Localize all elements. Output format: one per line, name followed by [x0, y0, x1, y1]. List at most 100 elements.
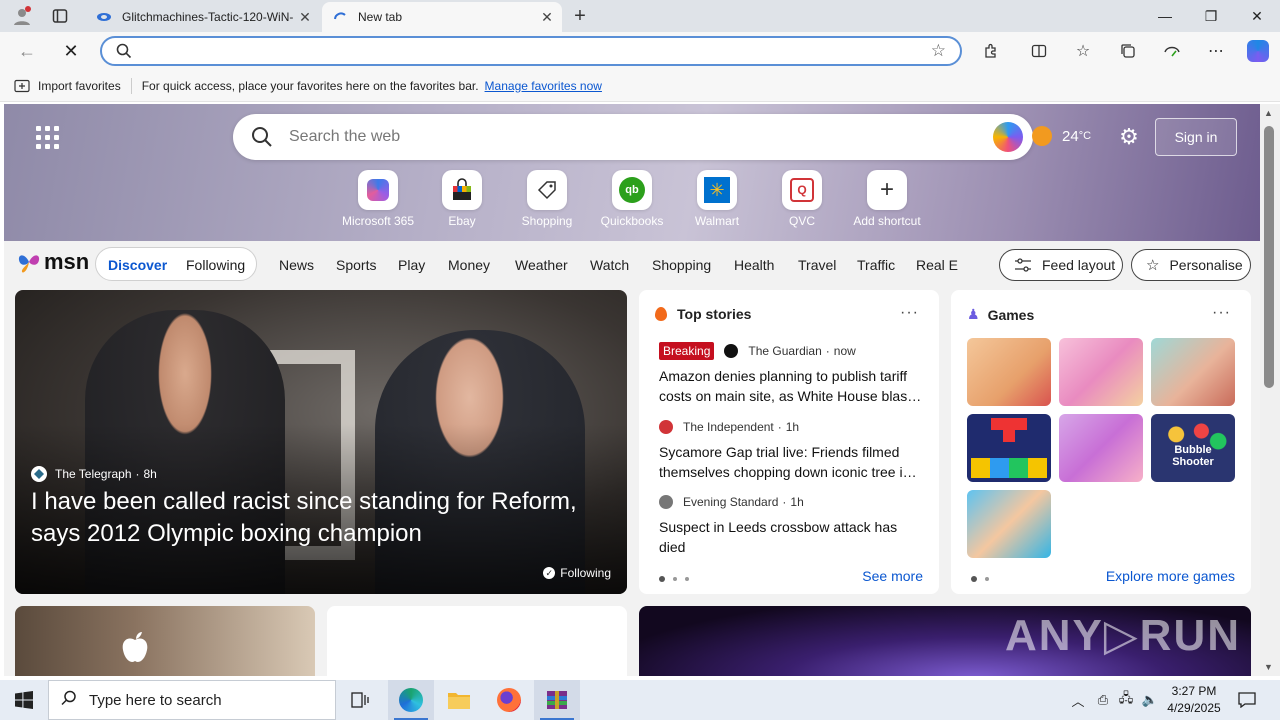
- scrollbar-thumb[interactable]: [1264, 126, 1274, 388]
- tray-device-icon[interactable]: ⎙: [1093, 680, 1113, 720]
- back-button[interactable]: ←: [12, 37, 42, 65]
- story-item[interactable]: The Independent · 1h Sycamore Gap trial …: [659, 418, 927, 482]
- weather-widget[interactable]: 24 °C: [1032, 126, 1091, 146]
- tab-close-button[interactable]: ✕: [294, 6, 316, 28]
- taskbar-edge[interactable]: [388, 680, 434, 720]
- msn-logo[interactable]: msn: [16, 249, 89, 275]
- feed-switcher: Discover Following: [95, 247, 257, 281]
- nav-weather[interactable]: Weather: [515, 257, 568, 273]
- tray-volume-icon[interactable]: 🔈: [1140, 680, 1160, 720]
- carousel-pager[interactable]: [659, 576, 697, 582]
- page-scrollbar[interactable]: ▲ ▼: [1260, 104, 1280, 676]
- page-settings-button[interactable]: ⚙: [1116, 124, 1142, 150]
- back-icon: ←: [18, 40, 36, 61]
- game-tile[interactable]: [1151, 338, 1235, 406]
- following-indicator[interactable]: ✓ Following: [543, 566, 611, 580]
- manage-favorites-link[interactable]: Manage favorites now: [485, 79, 602, 93]
- tab-actions-icon[interactable]: [46, 4, 74, 28]
- story-item[interactable]: Breaking The Guardian · now Amazon denie…: [659, 342, 927, 406]
- performance-button[interactable]: [1157, 37, 1187, 65]
- qvc-icon: Q: [790, 178, 814, 202]
- minimize-button[interactable]: —: [1142, 0, 1188, 32]
- stop-loading-button[interactable]: ✕: [56, 37, 86, 65]
- tray-network-icon[interactable]: 🖧: [1116, 680, 1136, 720]
- personalise-button[interactable]: ☆ Personalise: [1131, 249, 1251, 281]
- scroll-down-arrow-icon[interactable]: ▼: [1264, 662, 1273, 672]
- copilot-button[interactable]: [1243, 37, 1273, 65]
- taskbar-file-explorer[interactable]: [436, 680, 482, 720]
- game-tile[interactable]: [967, 490, 1051, 558]
- new-tab-button[interactable]: +: [566, 4, 594, 28]
- more-button[interactable]: ⋯: [1201, 37, 1231, 65]
- story-item[interactable]: Evening Standard · 1h Suspect in Leeds c…: [659, 493, 927, 557]
- game-tile[interactable]: [967, 338, 1051, 406]
- story-title: Suspect in Leeds crossbow attack has die…: [659, 519, 898, 555]
- address-input[interactable]: [142, 42, 922, 60]
- task-view-button[interactable]: [337, 680, 383, 720]
- web-search-box[interactable]: Search the web: [233, 114, 1033, 160]
- import-favorites-button[interactable]: Import favorites: [14, 79, 121, 93]
- lead-story-card[interactable]: The Telegraph · 8h I have been called ra…: [15, 290, 627, 594]
- tab-discover[interactable]: Discover: [108, 257, 167, 273]
- see-more-link[interactable]: See more: [862, 568, 923, 584]
- game-tile[interactable]: [1059, 338, 1143, 406]
- story-card-apple[interactable]: [15, 606, 315, 676]
- nav-health[interactable]: Health: [734, 257, 774, 273]
- add-shortcut-button[interactable]: + Add shortcut: [845, 170, 929, 232]
- tab-new-tab[interactable]: New tab ✕: [322, 2, 562, 32]
- favorites-button[interactable]: ☆: [1068, 37, 1098, 65]
- more-options-button[interactable]: ···: [1212, 304, 1231, 322]
- nav-traffic[interactable]: Traffic: [857, 257, 895, 273]
- lead-headline[interactable]: I have been called racist since standing…: [31, 486, 611, 550]
- game-tile[interactable]: [1059, 414, 1143, 482]
- feed-layout-button[interactable]: Feed layout: [999, 249, 1123, 281]
- more-options-button[interactable]: ···: [900, 304, 919, 322]
- shortcut-shopping[interactable]: Shopping: [505, 170, 589, 232]
- taskbar-winrar[interactable]: [534, 680, 580, 720]
- favorite-star-icon[interactable]: ☆: [931, 41, 946, 61]
- separator-dot: ·: [825, 344, 830, 358]
- notification-center-button[interactable]: [1234, 688, 1260, 712]
- shortcut-ebay[interactable]: Ebay: [420, 170, 504, 232]
- shortcut-microsoft-365[interactable]: Microsoft 365: [336, 170, 420, 232]
- collections-button[interactable]: [1113, 37, 1143, 65]
- game-tile-bubble-shooter[interactable]: Bubble Shooter: [1151, 414, 1235, 482]
- nav-money[interactable]: Money: [448, 257, 490, 273]
- nav-watch[interactable]: Watch: [590, 257, 629, 273]
- start-button[interactable]: [0, 680, 48, 720]
- taskbar-search-box[interactable]: Type here to search: [48, 680, 336, 720]
- tab-glitchmachines[interactable]: Glitchmachines-Tactic-120-WiN- ✕: [86, 2, 320, 32]
- nav-shopping[interactable]: Shopping: [652, 257, 711, 273]
- nav-play[interactable]: Play: [398, 257, 425, 273]
- nav-real-estate[interactable]: Real E: [916, 257, 958, 273]
- profile-icon[interactable]: [8, 4, 36, 28]
- shortcut-qvc[interactable]: Q QVC: [760, 170, 844, 232]
- carousel-pager[interactable]: [971, 576, 997, 582]
- scroll-up-arrow-icon[interactable]: ▲: [1264, 108, 1273, 118]
- nav-news[interactable]: News: [279, 257, 314, 273]
- taskbar-firefox[interactable]: [486, 680, 532, 720]
- extensions-button[interactable]: [976, 37, 1006, 65]
- sign-in-button[interactable]: Sign in: [1155, 118, 1237, 156]
- game-tile[interactable]: [967, 414, 1051, 482]
- show-hidden-icons-button[interactable]: ︿: [1068, 680, 1088, 720]
- nav-sports[interactable]: Sports: [336, 257, 376, 273]
- tab-close-button[interactable]: ✕: [536, 6, 558, 28]
- app-launcher-button[interactable]: [36, 126, 60, 150]
- nav-travel[interactable]: Travel: [798, 257, 836, 273]
- shortcut-label: Shopping: [521, 214, 573, 228]
- shortcut-walmart[interactable]: ✳ Walmart: [675, 170, 759, 232]
- system-clock[interactable]: 3:27 PM 4/29/2025: [1160, 683, 1228, 717]
- shortcut-quickbooks[interactable]: qb Quickbooks: [590, 170, 674, 232]
- story-card-blank[interactable]: [327, 606, 627, 676]
- explore-more-games-link[interactable]: Explore more games: [1106, 568, 1235, 584]
- close-window-button[interactable]: ✕: [1234, 0, 1280, 32]
- restore-button[interactable]: ❐: [1188, 0, 1234, 32]
- story-card-video[interactable]: ANY▷RUN: [639, 606, 1251, 676]
- address-bar[interactable]: ☆: [100, 36, 962, 66]
- microsoft365-icon: [367, 179, 389, 201]
- msn-nav-bar: msn Discover Following News Sports Play …: [4, 241, 1260, 289]
- copilot-search-icon[interactable]: [993, 122, 1023, 152]
- split-screen-button[interactable]: [1024, 37, 1054, 65]
- tab-following[interactable]: Following: [186, 257, 245, 273]
